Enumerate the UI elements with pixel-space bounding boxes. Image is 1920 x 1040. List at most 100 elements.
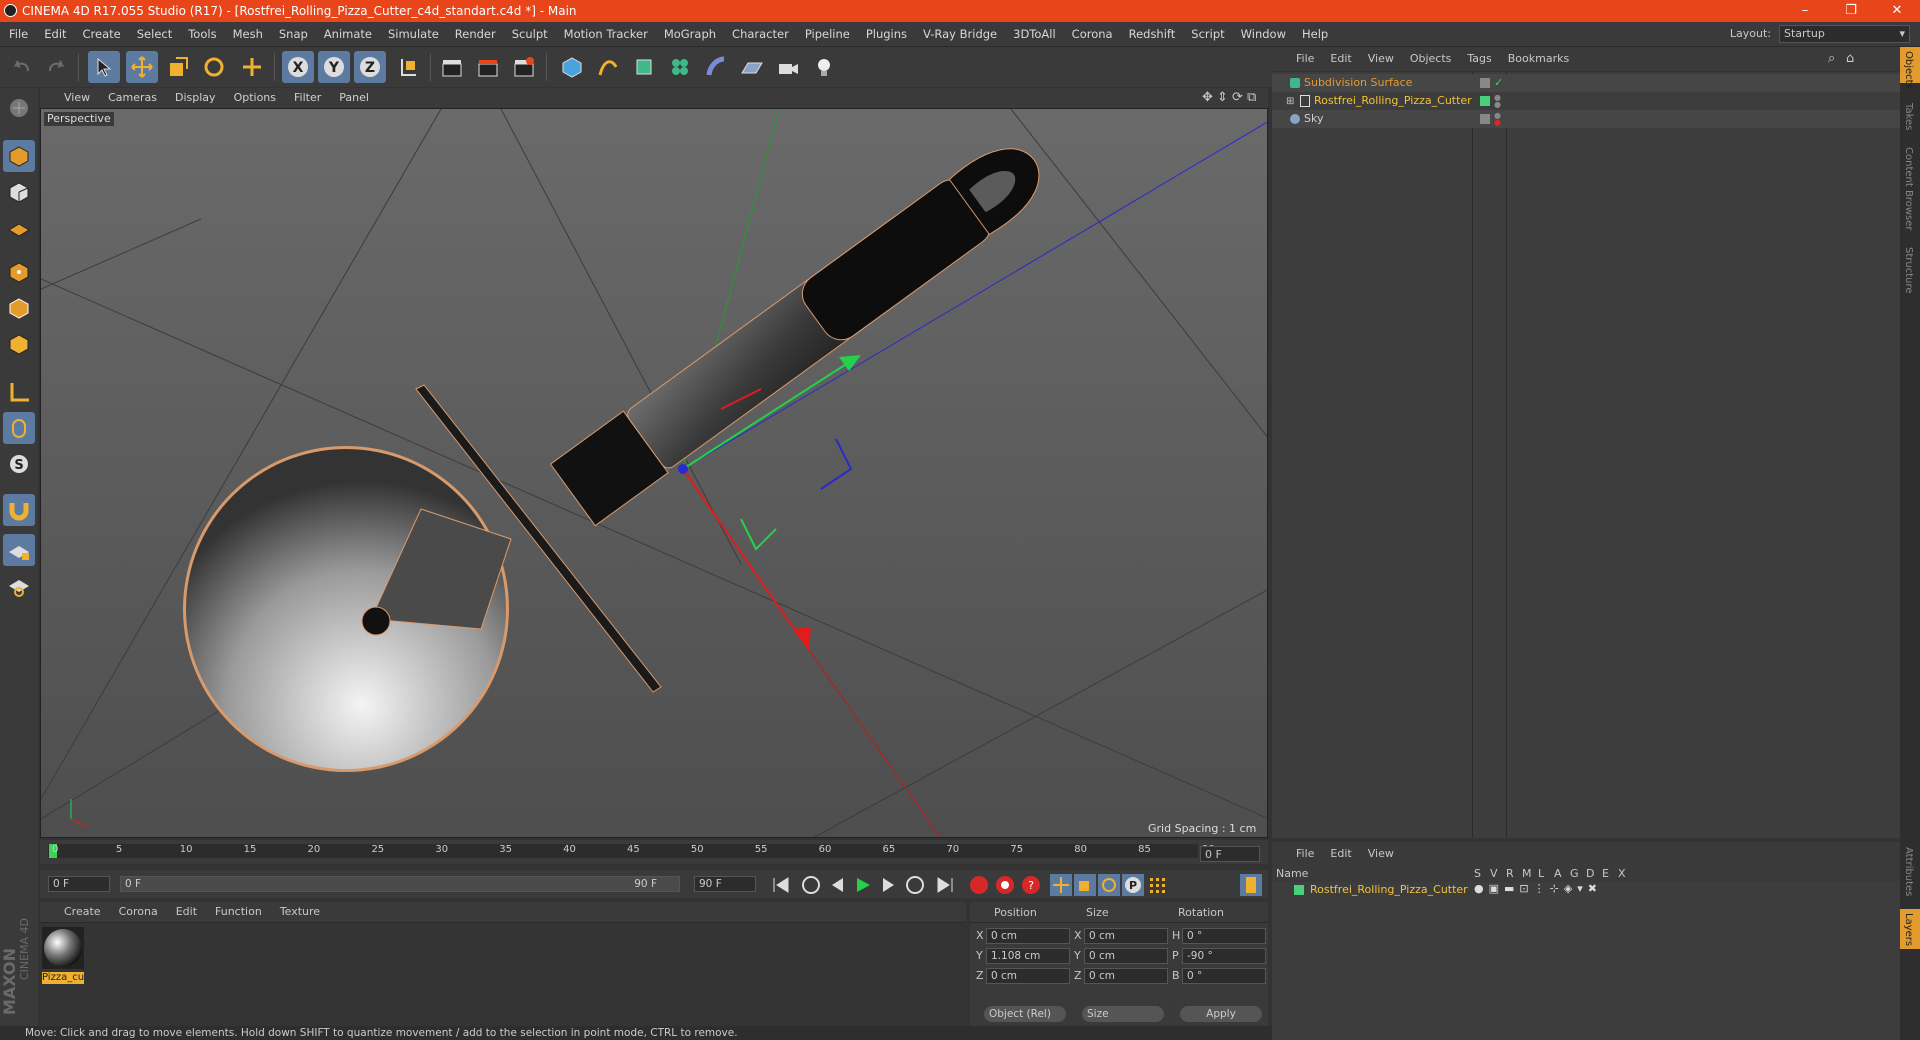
menu-vray-bridge[interactable]: V-Ray Bridge bbox=[915, 22, 1005, 46]
z-axis-button[interactable]: Z bbox=[354, 51, 386, 83]
minimize-button[interactable]: – bbox=[1782, 0, 1828, 22]
menu-mograph[interactable]: MoGraph bbox=[656, 22, 724, 46]
workplane-lock-button[interactable] bbox=[3, 534, 35, 566]
size-x-field[interactable]: 0 cm bbox=[1084, 928, 1168, 944]
go-to-start-button[interactable] bbox=[770, 874, 792, 896]
position-x-field[interactable]: 0 cm bbox=[986, 928, 1070, 944]
end-frame-field[interactable]: 90 F bbox=[694, 876, 756, 892]
coordinate-mode-dropdown[interactable]: Object (Rel) bbox=[984, 1006, 1066, 1022]
transform-button[interactable] bbox=[236, 51, 268, 83]
size-mode-dropdown[interactable]: Size bbox=[1082, 1006, 1164, 1022]
texture-mode-button[interactable] bbox=[3, 176, 35, 208]
subdivision-surface-button[interactable] bbox=[628, 51, 660, 83]
layer-toggle-icons[interactable]: ●▣▬⊡⋮⊹◈▾✖ bbox=[1474, 882, 1602, 895]
3d-viewport[interactable] bbox=[40, 108, 1268, 838]
close-button[interactable]: ✕ bbox=[1874, 0, 1920, 22]
viewport-nav-icons[interactable]: ✥ ⇕ ⟳ ⧉ bbox=[1202, 90, 1256, 105]
menu-pipeline[interactable]: Pipeline bbox=[797, 22, 858, 46]
search-icon[interactable]: ⌕ bbox=[1828, 51, 1835, 66]
points-mode-button[interactable] bbox=[3, 256, 35, 288]
menu-motion-tracker[interactable]: Motion Tracker bbox=[556, 22, 656, 46]
material-menu-edit[interactable]: Edit bbox=[167, 902, 206, 922]
layer-color-icon[interactable] bbox=[1294, 885, 1304, 895]
position-z-field[interactable]: 0 cm bbox=[986, 968, 1070, 984]
undo-button[interactable] bbox=[6, 51, 38, 83]
previous-key-button[interactable] bbox=[800, 874, 822, 896]
material-menu-function[interactable]: Function bbox=[206, 902, 271, 922]
rotation-b-field[interactable]: 0 ° bbox=[1182, 968, 1266, 984]
tab-content-browser[interactable]: Content Browser bbox=[1903, 147, 1914, 230]
camera-button[interactable] bbox=[772, 51, 804, 83]
layers-menu-edit[interactable]: Edit bbox=[1322, 842, 1359, 866]
deformer-button[interactable] bbox=[700, 51, 732, 83]
menu-render[interactable]: Render bbox=[447, 22, 504, 46]
menu-character[interactable]: Character bbox=[724, 22, 797, 46]
menu-create[interactable]: Create bbox=[75, 22, 129, 46]
timeline-ruler[interactable]: 051015202530354045505560657075808590 bbox=[40, 840, 1268, 864]
objects-menu-view[interactable]: View bbox=[1360, 47, 1402, 71]
axis-mode-button[interactable] bbox=[3, 376, 35, 408]
menu-help[interactable]: Help bbox=[1294, 22, 1336, 46]
restore-button[interactable]: ❐ bbox=[1828, 0, 1874, 22]
menu-sculpt[interactable]: Sculpt bbox=[504, 22, 556, 46]
visibility-icon[interactable] bbox=[1480, 114, 1490, 124]
workplane-mode-button[interactable] bbox=[3, 212, 35, 244]
key-scale-button[interactable] bbox=[1074, 874, 1096, 896]
tree-row[interactable]: Subdivision Surface ✓ bbox=[1272, 74, 1900, 92]
pen-spline-button[interactable] bbox=[592, 51, 624, 83]
next-frame-button[interactable] bbox=[878, 874, 900, 896]
menu-select[interactable]: Select bbox=[129, 22, 180, 46]
size-y-field[interactable]: 0 cm bbox=[1084, 948, 1168, 964]
menu-3dtoall[interactable]: 3DToAll bbox=[1005, 22, 1064, 46]
objects-menu-edit[interactable]: Edit bbox=[1322, 47, 1359, 71]
menu-animate[interactable]: Animate bbox=[316, 22, 380, 46]
timeline-track[interactable] bbox=[48, 844, 1198, 858]
tab-objects[interactable]: Objects bbox=[1903, 51, 1914, 89]
timeline-window-button[interactable] bbox=[1240, 874, 1262, 896]
light-button[interactable] bbox=[808, 51, 840, 83]
menu-simulate[interactable]: Simulate bbox=[380, 22, 447, 46]
objects-menu-tags[interactable]: Tags bbox=[1459, 47, 1499, 71]
render-settings-button[interactable] bbox=[508, 51, 540, 83]
material-menu-corona[interactable]: Corona bbox=[110, 902, 167, 922]
scale-tool-button[interactable] bbox=[162, 51, 194, 83]
live-selection-button[interactable] bbox=[88, 51, 120, 83]
floor-button[interactable] bbox=[736, 51, 768, 83]
expand-icon[interactable]: ⊞ bbox=[1286, 93, 1294, 111]
layer-color-icon[interactable] bbox=[1480, 96, 1490, 106]
material-menu-texture[interactable]: Texture bbox=[271, 902, 329, 922]
layer-row[interactable]: Rostfrei_Rolling_Pizza_Cutter ●▣▬⊡⋮⊹◈▾✖ bbox=[1272, 882, 1900, 898]
menu-file[interactable]: File bbox=[0, 22, 36, 46]
next-key-button[interactable] bbox=[904, 874, 926, 896]
menu-window[interactable]: Window bbox=[1233, 22, 1294, 46]
layers-menu-view[interactable]: View bbox=[1360, 842, 1402, 866]
start-frame-field[interactable]: 0 F bbox=[48, 876, 110, 892]
position-y-field[interactable]: 1.108 cm bbox=[986, 948, 1070, 964]
visibility-dots-icon[interactable]: ● ● bbox=[1494, 112, 1501, 127]
tab-attributes[interactable]: Attributes bbox=[1903, 847, 1914, 896]
tab-layers[interactable]: Layers bbox=[1903, 913, 1914, 946]
go-to-end-button[interactable] bbox=[934, 874, 956, 896]
apply-button[interactable]: Apply bbox=[1180, 1006, 1262, 1022]
key-parameter-button[interactable]: P bbox=[1122, 874, 1144, 896]
key-pla-button[interactable] bbox=[1146, 874, 1168, 896]
menu-edit[interactable]: Edit bbox=[36, 22, 74, 46]
previous-frame-button[interactable] bbox=[826, 874, 848, 896]
mograph-cloner-button[interactable] bbox=[664, 51, 696, 83]
rotate-tool-button[interactable] bbox=[198, 51, 230, 83]
y-axis-button[interactable]: Y bbox=[318, 51, 350, 83]
tweak-mode-button[interactable] bbox=[3, 412, 35, 444]
snap-button[interactable] bbox=[3, 494, 35, 526]
polygons-mode-button[interactable] bbox=[3, 328, 35, 360]
objects-menu-file[interactable]: File bbox=[1272, 47, 1322, 71]
menu-plugins[interactable]: Plugins bbox=[858, 22, 915, 46]
cube-object-button[interactable] bbox=[556, 51, 588, 83]
viewport-menu-cameras[interactable]: Cameras bbox=[99, 88, 166, 108]
viewport-menu-options[interactable]: Options bbox=[225, 88, 285, 108]
autokey-button[interactable] bbox=[994, 874, 1016, 896]
size-z-field[interactable]: 0 cm bbox=[1084, 968, 1168, 984]
key-position-button[interactable] bbox=[1050, 874, 1072, 896]
x-axis-button[interactable]: X bbox=[282, 51, 314, 83]
rotation-h-field[interactable]: 0 ° bbox=[1182, 928, 1266, 944]
play-button[interactable] bbox=[852, 874, 874, 896]
